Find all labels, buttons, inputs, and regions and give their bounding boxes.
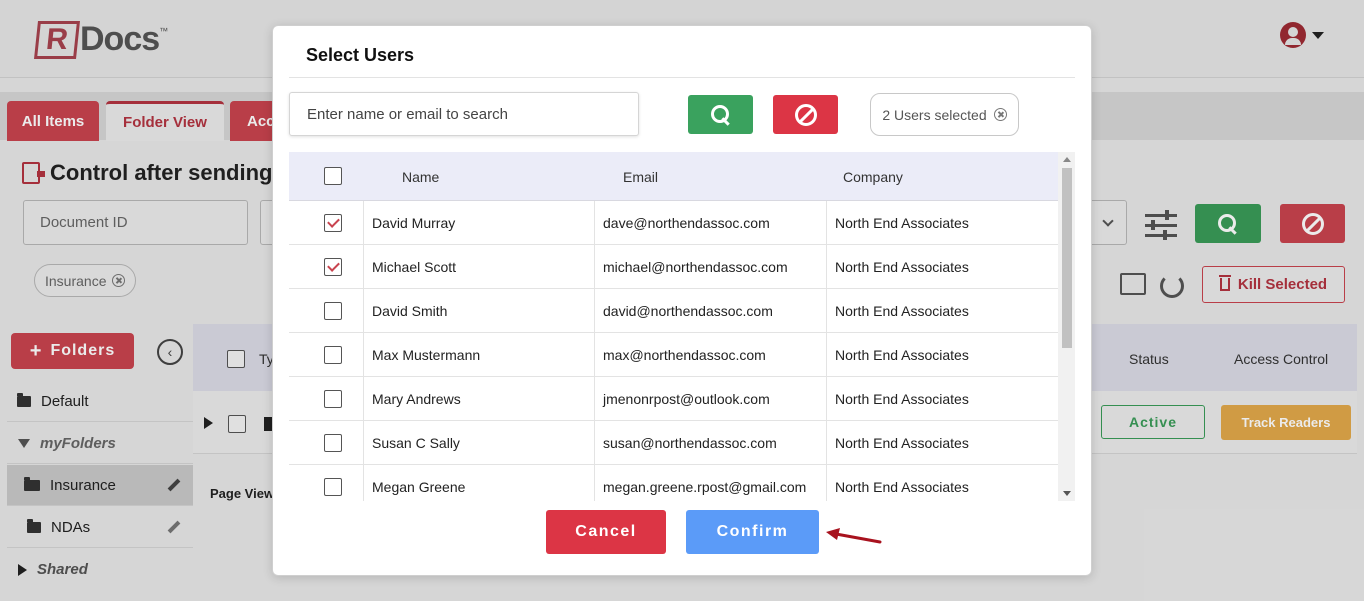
user-search-input[interactable] <box>289 92 639 136</box>
column-divider <box>594 333 595 376</box>
user-checkbox[interactable] <box>324 478 342 496</box>
column-divider <box>363 377 364 420</box>
column-divider <box>826 377 827 420</box>
column-divider <box>594 421 595 464</box>
user-checkbox[interactable] <box>324 390 342 408</box>
user-email: jmenonrpost@outlook.com <box>603 390 770 407</box>
ban-icon <box>794 103 817 126</box>
scroll-thumb[interactable] <box>1062 168 1072 348</box>
table-row[interactable]: Mary Andrews jmenonrpost@outlook.com North… <box>289 377 1058 421</box>
column-divider <box>826 245 827 288</box>
column-divider <box>363 465 364 501</box>
column-divider <box>363 421 364 464</box>
column-divider <box>363 289 364 332</box>
search-icon <box>710 104 731 125</box>
table-row[interactable]: Michael Scott michael@northendassoc.com No… <box>289 245 1058 289</box>
column-divider <box>363 245 364 288</box>
user-company: North End Associates <box>835 302 969 319</box>
user-email: michael@northendassoc.com <box>603 258 788 275</box>
column-divider <box>363 201 364 244</box>
select-all-users-checkbox[interactable] <box>324 167 342 185</box>
table-row[interactable]: David Smith david@northendassoc.com North … <box>289 289 1058 333</box>
user-name: Megan Greene <box>372 478 466 495</box>
user-name: Mary Andrews <box>372 390 461 407</box>
table-row[interactable]: David Murray dave@northendassoc.com North … <box>289 201 1058 245</box>
column-divider <box>826 333 827 376</box>
user-checkbox[interactable] <box>324 346 342 364</box>
table-row[interactable]: Susan C Sally susan@northendassoc.com Nort… <box>289 421 1058 465</box>
modal-divider <box>289 77 1075 78</box>
scroll-down-arrow-icon[interactable] <box>1063 491 1071 496</box>
cancel-button[interactable]: Cancel <box>546 510 666 554</box>
confirm-button[interactable]: Confirm <box>686 510 819 554</box>
scroll-up-arrow-icon[interactable] <box>1063 157 1071 162</box>
column-name: Name <box>402 169 440 185</box>
user-company: North End Associates <box>835 478 969 495</box>
select-users-modal: Select Users 2 Users selected Name Email… <box>272 25 1092 576</box>
table-row[interactable]: Megan Greene megan.greene.rpost@gmail.com… <box>289 465 1058 501</box>
user-name: David Smith <box>372 302 448 319</box>
column-divider <box>594 377 595 420</box>
column-divider <box>363 333 364 376</box>
column-divider <box>826 421 827 464</box>
annotation-arrow-icon <box>826 528 882 544</box>
column-divider <box>594 289 595 332</box>
column-divider <box>594 201 595 244</box>
column-divider <box>594 465 595 501</box>
users-selected-chip[interactable]: 2 Users selected <box>870 93 1019 136</box>
column-company: Company <box>843 169 903 185</box>
user-name: David Murray <box>372 214 456 231</box>
user-email: david@northendassoc.com <box>603 302 773 319</box>
user-checkbox[interactable] <box>324 302 342 320</box>
users-table: Name Email Company David Murray dave@nort… <box>289 152 1075 501</box>
column-email: Email <box>623 169 659 185</box>
column-divider <box>826 289 827 332</box>
user-email: susan@northendassoc.com <box>603 434 777 451</box>
user-checkbox[interactable] <box>324 258 342 276</box>
user-company: North End Associates <box>835 258 969 275</box>
user-name: Max Mustermann <box>372 346 481 363</box>
clear-selection-icon[interactable] <box>993 108 1007 121</box>
user-checkbox[interactable] <box>324 434 342 452</box>
users-table-scrollbar[interactable] <box>1058 152 1075 501</box>
user-email: megan.greene.rpost@gmail.com <box>603 478 807 495</box>
user-company: North End Associates <box>835 390 969 407</box>
users-table-header: Name Email Company <box>289 152 1058 201</box>
user-name: Michael Scott <box>372 258 457 275</box>
modal-title: Select Users <box>306 45 415 65</box>
user-company: North End Associates <box>835 434 969 451</box>
column-divider <box>594 245 595 288</box>
column-divider <box>826 201 827 244</box>
user-search-button[interactable] <box>688 95 753 134</box>
user-email: dave@northendassoc.com <box>603 214 770 231</box>
table-row[interactable]: Max Mustermann max@northendassoc.com North… <box>289 333 1058 377</box>
user-clear-button[interactable] <box>773 95 838 134</box>
user-checkbox[interactable] <box>324 214 342 232</box>
user-company: North End Associates <box>835 214 969 231</box>
column-divider <box>826 465 827 501</box>
user-email: max@northendassoc.com <box>603 346 766 363</box>
user-company: North End Associates <box>835 346 969 363</box>
users-selected-label: 2 Users selected <box>882 106 987 123</box>
user-name: Susan C Sally <box>372 434 460 451</box>
